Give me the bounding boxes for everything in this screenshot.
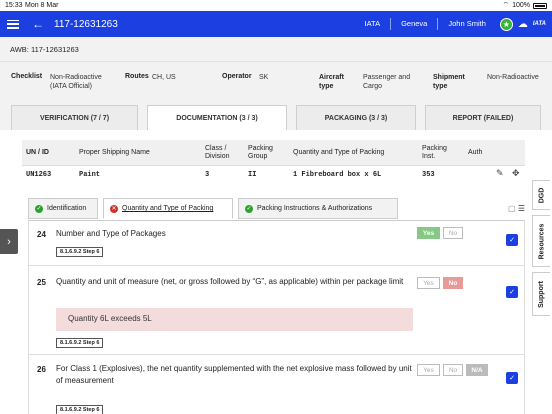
page-title: 117-12631263	[54, 18, 118, 30]
battery-percent: 100%	[512, 2, 530, 9]
routes-value: CH, US	[152, 74, 176, 81]
battery-icon	[533, 2, 547, 9]
question-item: 26 For Class 1 (Explosives), the net qua…	[29, 355, 524, 414]
question-text: Quantity and unit of measure (net, or gr…	[56, 277, 404, 286]
user-name[interactable]: John Smith	[437, 18, 496, 30]
col-class: Class / Division	[205, 145, 230, 160]
question-text: For Class 1 (Explosives), the net quanti…	[56, 364, 412, 385]
iata-link[interactable]: IATA	[355, 18, 391, 30]
question-number: 24	[37, 230, 46, 239]
wifi-icon: ⌔	[502, 2, 510, 9]
subtab-label: Packing Instructions & Authorizations	[257, 205, 373, 212]
reference-badge: 8.1.6.9.2 Step 6	[56, 338, 104, 348]
answer-yes-button[interactable]: Yes	[417, 364, 440, 376]
question-number: 26	[37, 365, 46, 374]
subtab-label: Quantity and Type of Packing	[122, 205, 214, 212]
side-tab-label: Resources	[538, 223, 546, 259]
check-circle-icon: ✓	[35, 204, 43, 213]
dangerous-goods-table: UN / ID Proper Shipping Name Class / Div…	[22, 140, 525, 184]
view-toggle[interactable]: ▢ ☰	[508, 204, 525, 213]
answer-yes-button[interactable]: Yes	[417, 227, 440, 239]
answer-no-button[interactable]: No	[443, 227, 463, 239]
main-tabs: VERIFICATION (7 / 7) DOCUMENTATION (3 / …	[0, 102, 552, 131]
drawer-toggle-chevron-icon[interactable]: ›	[0, 229, 18, 254]
app-header: ← 117-12631263 IATA Geneva John Smith ★ …	[0, 11, 552, 37]
edit-pencil-icon[interactable]: ✎	[496, 169, 504, 179]
question-text: Number and Type of Packages	[56, 229, 166, 238]
awb-number: AWB: 117-12631263	[0, 37, 552, 62]
col-quantity-type: Quantity and Type of Packing	[293, 149, 385, 156]
answer-na-button[interactable]: N/A	[466, 364, 488, 376]
checklist-value: Non-Radioactive (IATA Official)	[50, 74, 102, 90]
check-circle-icon: ✓	[245, 204, 253, 213]
shipment-info: Checklist Non-Radioactive (IATA Official…	[0, 62, 552, 102]
col-shipping-name: Proper Shipping Name	[79, 149, 150, 156]
status-date: Mon 8 Mar	[25, 2, 59, 9]
side-tab-label: Support	[538, 280, 546, 308]
answer-yes-button[interactable]: Yes	[417, 277, 440, 289]
check-icon[interactable]: ✓	[506, 234, 518, 246]
subtab-label: Identification	[47, 205, 87, 212]
tab-verification[interactable]: VERIFICATION (7 / 7)	[11, 105, 138, 130]
shipment-value: Non-Radioactive	[487, 74, 539, 81]
col-un-id: UN / ID	[26, 149, 49, 156]
tab-report[interactable]: REPORT (FAILED)	[425, 105, 541, 130]
routes-label: Routes	[125, 73, 149, 80]
list-view-icon[interactable]: ☰	[518, 204, 525, 213]
col-auth: Auth	[468, 149, 483, 156]
move-icon[interactable]: ✥	[512, 169, 520, 179]
question-item: 24 Number and Type of Packages 8.1.6.9.2…	[29, 221, 524, 266]
aircraft-label: Aircraft type	[319, 74, 344, 90]
error-circle-icon: ✕	[110, 204, 118, 213]
tab-documentation[interactable]: DOCUMENTATION (3 / 3)	[147, 105, 287, 131]
star-badge-icon[interactable]: ★	[499, 17, 513, 31]
table-header: UN / ID Proper Shipping Name Class / Div…	[22, 140, 525, 166]
answer-no-button[interactable]: No	[443, 277, 463, 289]
check-icon[interactable]: ✓	[506, 372, 518, 384]
question-item: 25 Quantity and unit of measure (net, or…	[29, 266, 524, 355]
grid-view-icon[interactable]: ▢	[508, 204, 516, 213]
cell-inst: 353	[422, 171, 435, 179]
answer-no-button[interactable]: No	[443, 364, 463, 376]
section-subtabs: ✓ Identification ✕ Quantity and Type of …	[28, 198, 525, 220]
cloud-sync-icon[interactable]: ☁	[518, 19, 528, 30]
side-tab-support[interactable]: Support	[532, 272, 550, 316]
cell-group: II	[248, 171, 257, 179]
side-tab-dgd[interactable]: DGD	[532, 180, 550, 210]
location-selector[interactable]: Geneva	[390, 18, 437, 30]
documentation-panel: UN / ID Proper Shipping Name Class / Div…	[11, 130, 531, 414]
warning-message: Quantity 6L exceeds 5L	[56, 308, 413, 331]
table-row[interactable]: UN1263 Paint 3 II 1 Fibreboard box x 6L …	[22, 166, 525, 184]
col-packing-group: Packing Group	[248, 145, 273, 160]
subtab-packing-instructions[interactable]: ✓ Packing Instructions & Authorizations	[238, 198, 398, 219]
iata-logo: IATA	[532, 21, 546, 27]
operator-label: Operator	[222, 73, 252, 80]
cell-name: Paint	[79, 171, 101, 179]
shipment-label: Shipment type	[433, 74, 465, 90]
status-bar: 15:33 Mon 8 Mar ⌔ 100%	[0, 0, 552, 11]
side-tab-label: DGD	[538, 187, 545, 203]
cell-un: UN1263	[26, 171, 52, 179]
col-packing-inst: Packing Inst.	[422, 145, 447, 160]
cell-class: 3	[205, 171, 210, 179]
aircraft-value: Passenger and Cargo	[363, 74, 411, 90]
tab-packaging[interactable]: PACKAGING (3 / 3)	[296, 105, 416, 130]
question-list: 24 Number and Type of Packages 8.1.6.9.2…	[28, 220, 525, 414]
subtab-identification[interactable]: ✓ Identification	[28, 198, 98, 219]
checklist-label: Checklist	[11, 73, 43, 80]
subtab-quantity[interactable]: ✕ Quantity and Type of Packing	[103, 198, 233, 219]
menu-icon[interactable]	[7, 19, 19, 29]
side-tab-resources[interactable]: Resources	[532, 215, 550, 267]
reference-badge: 8.1.6.9.2 Step 6	[56, 247, 104, 257]
operator-value: SK	[259, 74, 269, 81]
question-number: 25	[37, 278, 46, 287]
status-time: 15:33	[5, 2, 23, 9]
back-arrow-icon[interactable]: ←	[32, 18, 44, 30]
check-icon[interactable]: ✓	[506, 286, 518, 298]
reference-badge: 8.1.6.9.2 Step 6	[56, 405, 104, 414]
cell-qty: 1 Fibreboard box x 6L	[293, 171, 382, 179]
